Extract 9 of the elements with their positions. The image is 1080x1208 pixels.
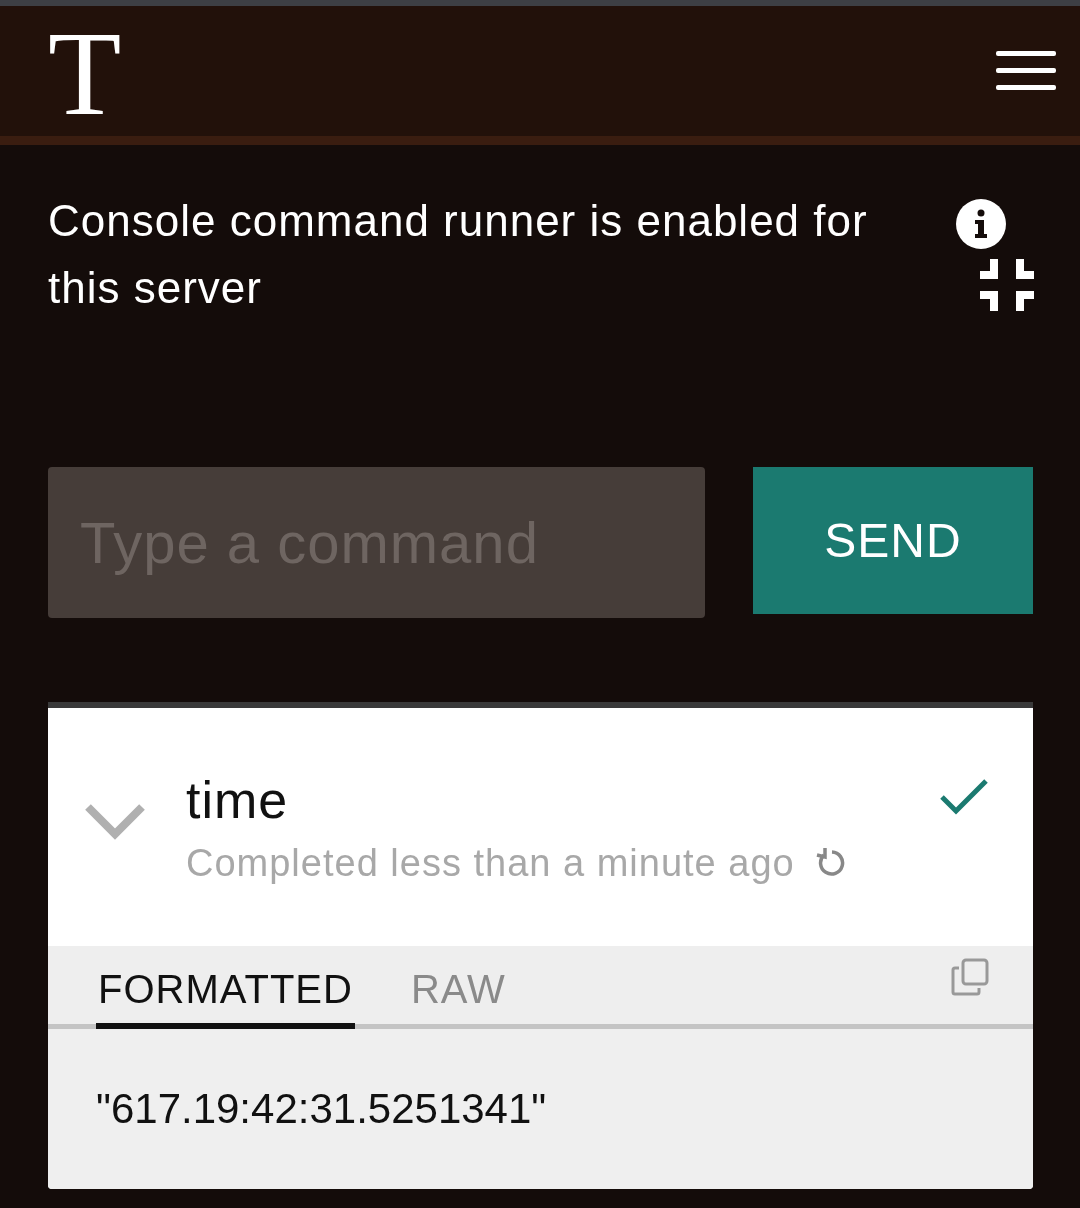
menu-icon[interactable]: [996, 49, 1056, 93]
output-text: "617.19:42:31.5251341": [96, 1085, 547, 1133]
info-icon[interactable]: [956, 199, 1006, 249]
collapse-icon[interactable]: [980, 259, 1034, 311]
command-name: time: [186, 769, 290, 830]
send-button[interactable]: SEND: [753, 467, 1033, 614]
logo[interactable]: T: [48, 14, 122, 134]
status-text: Completed less than a minute ago: [186, 841, 795, 885]
notice-text: Console command runner is enabled for this server: [48, 195, 868, 314]
